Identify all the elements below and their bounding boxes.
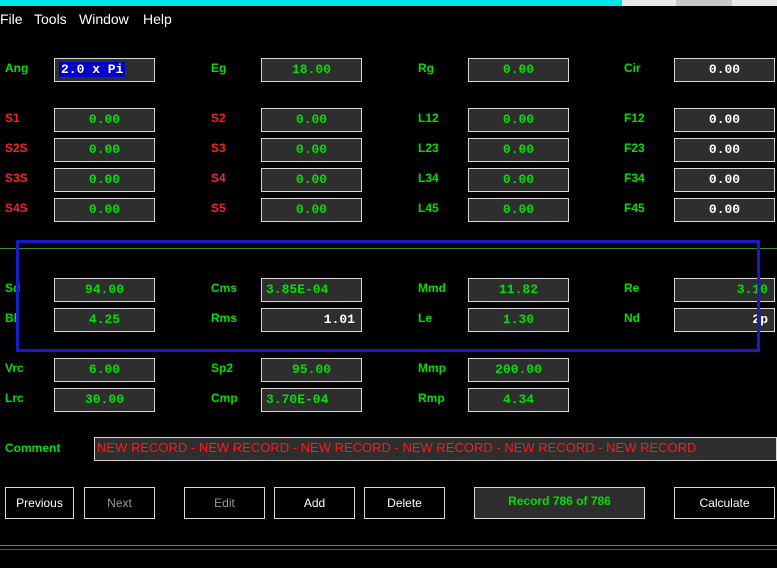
menu-help[interactable]: Help [143,11,172,27]
s3s-field[interactable]: 0.00 [54,168,155,192]
ang-field[interactable]: 2.0 x Pi [54,58,155,82]
sp2-field[interactable]: 95.00 [261,358,362,382]
s2-label: S2 [211,111,226,125]
l45-label: L45 [418,201,439,215]
cir-field[interactable]: 0.00 [674,58,775,82]
cmp-label: Cmp [211,391,238,405]
s2s-field[interactable]: 0.00 [54,138,155,162]
s3s-label: S3S [5,171,28,185]
eg-label: Eg [211,61,227,75]
sp2-label: Sp2 [211,361,234,375]
s2s-label: S2S [5,141,28,155]
lrc-field[interactable]: 30.00 [54,388,155,412]
menu-window[interactable]: Window [79,11,129,27]
next-button[interactable]: Next [84,487,155,519]
s4s-field[interactable]: 0.00 [54,198,155,222]
l34-field[interactable]: 0.00 [468,168,569,192]
cmp-field[interactable]: 3.70E-04 [261,388,362,412]
vrc-label: Vrc [5,361,24,375]
calculate-button[interactable]: Calculate [674,487,775,519]
vrc-field[interactable]: 6.00 [54,358,155,382]
s1-label: S1 [5,111,20,125]
l23-field[interactable]: 0.00 [468,138,569,162]
add-button[interactable]: Add [274,487,355,519]
l34-label: L34 [418,171,439,185]
menu-file[interactable]: File [0,11,23,27]
edit-button[interactable]: Edit [184,487,265,519]
f23-field[interactable]: 0.00 [674,138,775,162]
comment-field[interactable]: NEW RECORD - NEW RECORD - NEW RECORD - N… [94,437,777,461]
f45-label: F45 [624,201,645,215]
s1-field[interactable]: 0.00 [54,108,155,132]
lrc-label: Lrc [5,391,24,405]
mmp-label: Mmp [418,361,446,375]
s4-field[interactable]: 0.00 [261,168,362,192]
cir-label: Cir [624,61,641,75]
rg-field[interactable]: 0.00 [468,58,569,82]
highlight-box [16,240,760,352]
record-status: Record 786 of 786 [474,487,645,519]
previous-button[interactable]: Previous [5,487,74,519]
bottom-separator [0,545,777,546]
l45-field[interactable]: 0.00 [468,198,569,222]
rmp-label: Rmp [418,391,445,405]
s5-label: S5 [211,201,226,215]
f34-label: F34 [624,171,645,185]
delete-button[interactable]: Delete [364,487,445,519]
comment-label: Comment [5,441,61,455]
rg-label: Rg [418,61,434,75]
s4s-label: S4S [5,201,28,215]
f23-label: F23 [624,141,645,155]
l12-label: L12 [418,111,439,125]
rmp-field[interactable]: 4.34 [468,388,569,412]
s2-field[interactable]: 0.00 [261,108,362,132]
s5-field[interactable]: 0.00 [261,198,362,222]
menu-tools[interactable]: Tools [34,11,67,27]
s4-label: S4 [211,171,226,185]
menu-bar: File Tools Window Help [0,6,777,30]
ang-label: Ang [5,61,29,75]
mmp-field[interactable]: 200.00 [468,358,569,382]
ang-value: 2.0 x Pi [59,62,126,77]
s3-label: S3 [211,141,226,155]
l23-label: L23 [418,141,439,155]
bottom-separator [0,549,777,550]
f12-field[interactable]: 0.00 [674,108,775,132]
s3-field[interactable]: 0.00 [261,138,362,162]
eg-field[interactable]: 18.00 [261,58,362,82]
f45-field[interactable]: 0.00 [674,198,775,222]
f12-label: F12 [624,111,645,125]
f34-field[interactable]: 0.00 [674,168,775,192]
l12-field[interactable]: 0.00 [468,108,569,132]
